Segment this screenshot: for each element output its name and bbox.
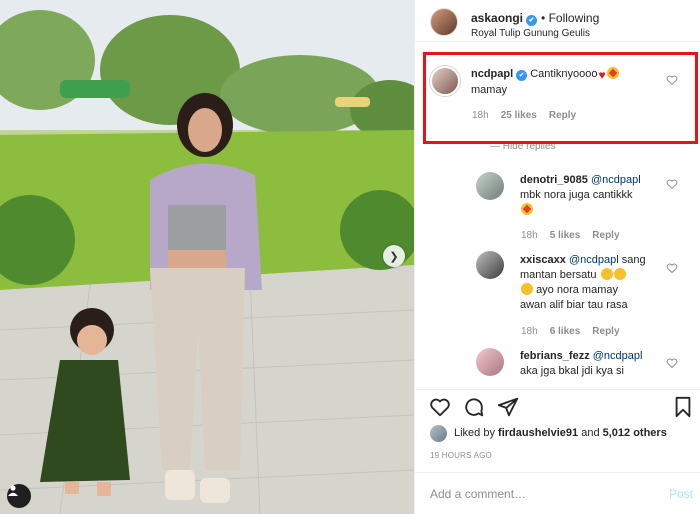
comment-input[interactable] xyxy=(430,485,650,503)
post-button[interactable]: Post xyxy=(669,487,693,501)
photo-illustration xyxy=(0,0,414,514)
following-button[interactable]: • Following xyxy=(541,11,599,25)
comment-text: ayo nora mamay xyxy=(536,284,618,296)
share-button[interactable] xyxy=(497,396,519,418)
rofl-icon xyxy=(613,268,626,280)
verified-icon: ✔ xyxy=(526,15,538,26)
comment-username[interactable]: denotri_9085 xyxy=(520,174,588,186)
post-header: askaongi ✔ • Following Royal Tulip Gunung … xyxy=(415,0,700,42)
action-bar xyxy=(415,389,700,423)
comment-mention[interactable]: @ncdpapl xyxy=(591,174,641,186)
liker-username[interactable]: firdaushelvie91 xyxy=(498,427,578,439)
rofl-icon xyxy=(521,283,533,295)
highlight-frame xyxy=(423,52,698,144)
author-username[interactable]: askaongi xyxy=(471,11,523,25)
liked-by-label: Liked by xyxy=(454,427,495,439)
likes-and-label: and xyxy=(581,427,600,439)
likes-line: Liked by firdaushelvie91 and 5,012 other… xyxy=(430,425,700,445)
comment-mention[interactable]: @ncdpapl xyxy=(593,350,643,362)
comment-meta: 18h 5 likes Reply xyxy=(521,230,632,241)
comment-time[interactable]: 18h xyxy=(521,326,538,337)
comment-username[interactable]: xxiscaxx xyxy=(520,254,566,266)
comment-likes[interactable]: 6 likes xyxy=(550,326,581,337)
heart-icon xyxy=(430,398,450,417)
comment-icon xyxy=(465,398,484,417)
star-struck-icon xyxy=(521,203,533,215)
post-timestamp[interactable]: 19 HOURS AGO xyxy=(430,451,492,460)
comment-text: sang xyxy=(621,254,646,266)
heart-outline-icon xyxy=(666,179,678,190)
next-arrow-icon[interactable]: ❯ xyxy=(383,245,405,267)
comment-like-icon[interactable] xyxy=(666,178,678,190)
reply-button[interactable]: Reply xyxy=(592,230,619,241)
comment-text: awan alif biar tau rasa xyxy=(520,299,628,311)
post-dialog: ❯ askaongi ✔ • Following Royal Tulip Gunun… xyxy=(0,0,700,514)
comment-body: xxiscaxx @ncdpapl sang mantan bersatu ay… xyxy=(520,253,670,313)
comment-like-icon[interactable] xyxy=(666,357,678,369)
add-comment-bar: Post xyxy=(415,472,700,514)
comment-meta: 18h 6 likes Reply xyxy=(521,326,632,337)
liker-avatar[interactable] xyxy=(430,425,447,442)
comment-time[interactable]: 18h xyxy=(521,230,538,241)
comment-avatar[interactable] xyxy=(476,251,504,279)
rofl-icon xyxy=(600,268,613,280)
comment-text: mbk nora juga cantikkk xyxy=(520,189,633,201)
user-silhouette-icon xyxy=(8,485,18,496)
location-link[interactable]: Royal Tulip Gunung Geulis xyxy=(471,28,590,39)
share-icon xyxy=(497,397,519,417)
comment-body: denotri_9085 @ncdpapl mbk nora juga cant… xyxy=(520,173,670,218)
comment-body: febrians_fezz @ncdpapl aka jga bkal jdi … xyxy=(520,349,670,379)
author-line: askaongi ✔ • Following xyxy=(471,11,599,26)
post-photo[interactable]: ❯ xyxy=(0,0,414,514)
comment-username[interactable]: febrians_fezz xyxy=(520,350,590,362)
heart-outline-icon xyxy=(666,358,678,369)
comment-like-icon[interactable] xyxy=(666,262,678,274)
comment-text: aka jga bkal jdi kya si xyxy=(520,365,624,377)
comment-avatar[interactable] xyxy=(476,172,504,200)
save-button[interactable] xyxy=(672,396,694,418)
comment-button[interactable] xyxy=(463,396,485,418)
comment-text: mantan bersatu xyxy=(520,269,597,281)
author-avatar[interactable] xyxy=(430,8,458,36)
user-tag-icon[interactable] xyxy=(7,484,31,508)
comment-likes[interactable]: 5 likes xyxy=(550,230,581,241)
bookmark-icon xyxy=(675,396,691,418)
comment-mention[interactable]: @ncdpapl xyxy=(569,254,619,266)
likes-others[interactable]: 5,012 others xyxy=(603,427,667,439)
like-button[interactable] xyxy=(429,396,451,418)
likes-text: Liked by firdaushelvie91 and 5,012 other… xyxy=(454,427,667,439)
heart-outline-icon xyxy=(666,263,678,274)
reply-button[interactable]: Reply xyxy=(592,326,619,337)
comment-avatar[interactable] xyxy=(476,348,504,376)
